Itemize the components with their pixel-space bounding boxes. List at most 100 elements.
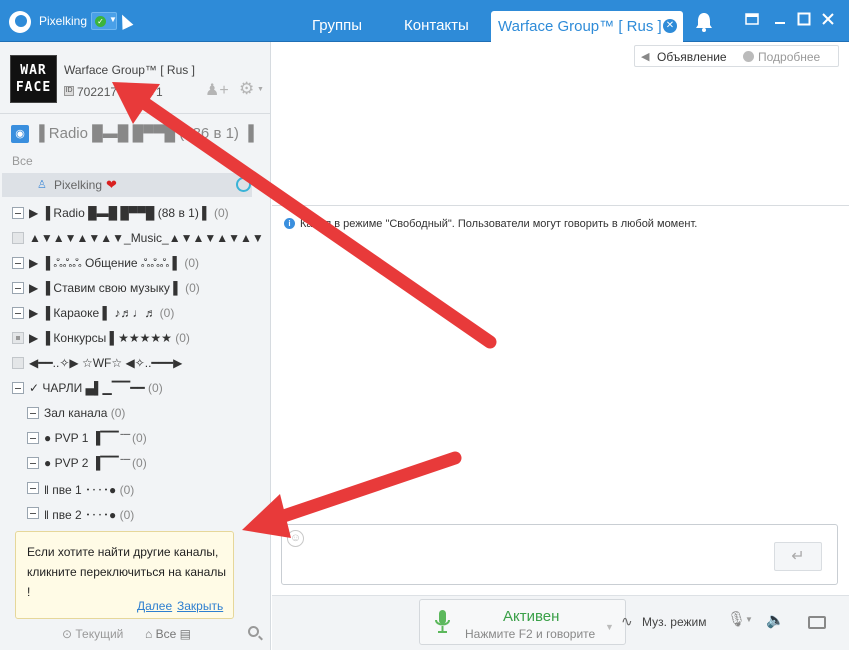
send-button[interactable]: ↵: [774, 542, 822, 571]
list-item[interactable]: ● PVP 1 ▐▔▔ ̄ ̄ ̄ (0): [27, 428, 270, 450]
list-item[interactable]: ▶ ▐ Ставим свою музыку ▌ (0): [12, 278, 262, 300]
close-link[interactable]: Закрыть: [177, 599, 223, 613]
speaker-icon[interactable]: 🔈: [766, 611, 785, 629]
title-bar: Pixelking ✓ ▼ Группы Контакты Warface Gr…: [0, 0, 849, 42]
tab-contacts[interactable]: Контакты: [404, 17, 469, 34]
tooltip-text: Если хотите найти другие каналы, кликнит…: [27, 545, 226, 599]
id-icon: ID: [64, 86, 74, 96]
collapse-icon[interactable]: [12, 382, 24, 394]
location-icon[interactable]: [236, 177, 251, 192]
row-count: (0): [159, 306, 175, 320]
microphone-settings-icon[interactable]: 🎙: [727, 610, 746, 628]
row-label: ◀━━..✧▶ ☆WF☆ ◀✧..━━━▶: [29, 356, 183, 370]
members-count: 1: [156, 85, 163, 99]
user-name[interactable]: Pixelking: [39, 14, 87, 28]
row-count: (0): [119, 483, 135, 497]
all-filter-label: Все: [155, 627, 177, 641]
info-icon: i: [284, 218, 295, 229]
collapse-icon[interactable]: [27, 482, 39, 494]
row-label: ‖ пве 2 ･‥･●: [44, 508, 117, 522]
close-icon[interactable]: [819, 12, 837, 30]
waveform-icon: ∿: [621, 613, 633, 629]
channel-header: WAR FACE Warface Group™ [ Rus ] ID 702217…: [0, 42, 270, 114]
collapse-icon[interactable]: [27, 407, 39, 419]
lock-icon: [12, 332, 24, 344]
list-item[interactable]: ‖ пве 1 ･‥･● (0): [27, 478, 270, 500]
voice-bar: Активен Нажмите F2 и говорите ▼ ∿ Муз. р…: [272, 595, 849, 650]
announcement-bar: ◀ Объявление Подробнее: [634, 45, 839, 67]
bell-icon[interactable]: [693, 11, 715, 33]
members-icon: ♟: [145, 86, 155, 98]
chevron-down-icon[interactable]: ▼: [745, 615, 753, 624]
announcement-button[interactable]: Объявление: [657, 50, 727, 64]
info-text: Канал в режиме "Свободный". Пользователи…: [300, 218, 698, 230]
list-item[interactable]: ▶ ▐ Караоке ▌ ♪♬♩♬ (0): [12, 303, 262, 325]
collapse-icon[interactable]: [27, 432, 39, 444]
mouse-cursor-icon: [116, 12, 134, 30]
maximize-icon[interactable]: [795, 12, 813, 30]
music-mode-toggle[interactable]: Муз. режим: [642, 615, 707, 629]
row-count: (0): [119, 508, 135, 522]
row-count: (0): [185, 281, 200, 295]
list-item[interactable]: ✓ ЧАРЛИ ▄▌▁▔▔━━ (0): [12, 378, 262, 400]
minimize-icon[interactable]: [771, 12, 789, 30]
list-item[interactable]: Зал канала (0): [27, 403, 270, 425]
row-label: ▶ ▐ Караоке ▌ ♪♬♩♬: [29, 306, 157, 320]
row-count: (0): [214, 206, 229, 220]
list-item[interactable]: ▶ ▐ ஃஃஃ Общение ஃஃஃ ▌ (0): [12, 253, 262, 275]
details-button[interactable]: Подробнее: [758, 50, 820, 64]
push-to-talk-button[interactable]: Активен Нажмите F2 и говорите ▼: [419, 599, 626, 645]
more-icon: [743, 51, 754, 62]
channel-radio-top[interactable]: ▐ Radio █▬█ █▀▀█ (186 в 1) ▐: [34, 125, 254, 142]
tab-groups[interactable]: Группы: [312, 17, 362, 34]
row-label: ▶ ▐ ஃஃஃ Общение ஃஃஃ ▌: [29, 256, 181, 270]
gear-icon[interactable]: ⚙: [239, 79, 254, 99]
channel-name: Warface Group™ [ Rus ]: [64, 63, 195, 77]
collapse-icon[interactable]: [12, 307, 24, 319]
all-filter[interactable]: ⌂ Все ▤: [145, 627, 191, 641]
list-item[interactable]: ● PVP 2 ▐▔▔ ̄ ̄ ̄ (0): [27, 453, 270, 475]
current-filter[interactable]: ⊙ Текущий: [62, 627, 123, 641]
voice-status: Активен: [503, 608, 560, 625]
chevron-down-icon[interactable]: ▼: [605, 622, 614, 632]
collapse-icon[interactable]: [12, 207, 24, 219]
row-count: (0): [184, 256, 200, 270]
row-count: (0): [175, 331, 190, 345]
microphone-icon: [435, 610, 450, 633]
collapse-icon: [12, 232, 24, 244]
online-status-icon: ✓: [95, 16, 106, 27]
current-user-row[interactable]: ♙ Pixelking ❤: [2, 173, 252, 197]
list-item[interactable]: ▶ ▐ Radio █▬█ █▀▀█ (88 в 1) ▌ (0): [12, 203, 262, 225]
list-item[interactable]: ‖ пве 2 ･‥･● (0): [27, 503, 270, 525]
channel-id: 702217: [77, 85, 118, 99]
row-label: ▶ ▐ Конкурсы ▌★★★★★: [29, 331, 172, 345]
row-count: (0): [132, 431, 147, 445]
tab-warface-group[interactable]: Warface Group™ [ Rus ] ✕: [491, 11, 683, 42]
chevron-down-icon[interactable]: ▼: [257, 86, 264, 93]
next-link[interactable]: Далее: [137, 599, 172, 613]
list-item[interactable]: ▶ ▐ Конкурсы ▌★★★★★ (0): [12, 328, 262, 350]
rss-icon[interactable]: ◉: [11, 125, 29, 143]
collapse-icon[interactable]: [27, 507, 39, 519]
voice-hint: Нажмите F2 и говорите: [465, 627, 596, 641]
megaphone-icon: ◀: [641, 51, 650, 63]
emoji-icon[interactable]: ☺: [287, 530, 304, 547]
search-icon[interactable]: [248, 626, 259, 637]
channel-logo: WAR FACE: [10, 55, 57, 103]
row-label: ✓ ЧАРЛИ ▄▌▁▔▔━━: [29, 381, 145, 395]
list-item[interactable]: ▲▼▲▼▲▼▲▼_Music_▲▼▲▼▲▼▲▼: [12, 228, 264, 250]
message-input[interactable]: ☺ ↵: [281, 524, 838, 585]
status-selector[interactable]: ✓ ▼: [91, 12, 117, 30]
row-label: ‖ пве 1 ･‥･●: [44, 483, 117, 497]
mini-mode-icon[interactable]: [743, 12, 761, 30]
user-icon: ♙: [37, 179, 47, 191]
collapse-icon[interactable]: [27, 457, 39, 469]
tab-label: Warface Group™ [ Rus ]: [498, 18, 662, 35]
record-icon[interactable]: [808, 616, 826, 629]
close-tab-icon[interactable]: ✕: [663, 19, 677, 33]
collapse-icon[interactable]: [12, 282, 24, 294]
add-user-icon[interactable]: ♟+: [205, 80, 229, 100]
app-logo-icon: [9, 11, 31, 33]
list-item[interactable]: ◀━━..✧▶ ☆WF☆ ◀✧..━━━▶: [12, 353, 262, 375]
collapse-icon[interactable]: [12, 257, 24, 269]
